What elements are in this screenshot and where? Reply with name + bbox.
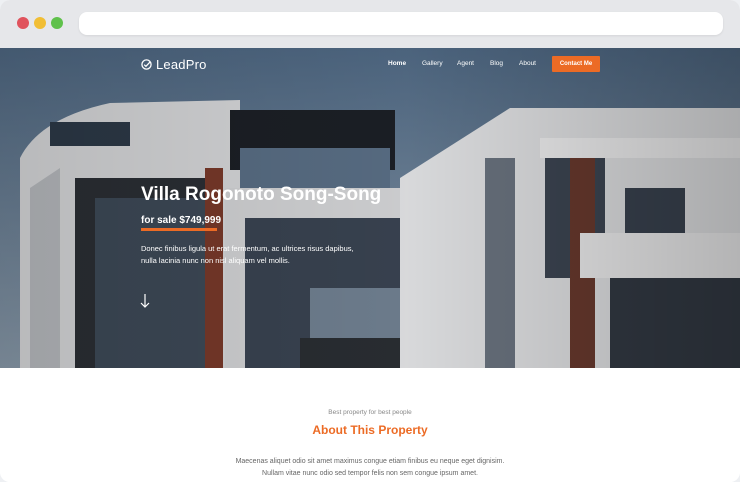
check-circle-icon	[141, 59, 152, 70]
hero-description: Donec finibus ligula ut erat fermentum, …	[141, 243, 381, 267]
about-text-line: Nullam vitae nunc odio sed tempor felis …	[262, 470, 478, 477]
hero-title: Villa Rogonoto Song-Song	[141, 184, 382, 205]
maximize-window-dot[interactable]	[51, 17, 63, 29]
about-text: Maecenas aliquet odio sit amet maximus c…	[0, 456, 740, 480]
browser-window: LeadPro Home Gallery Agent Blog About Co…	[0, 0, 740, 482]
logo-text: LeadPro	[156, 57, 207, 72]
nav-gallery-link[interactable]: Gallery	[422, 60, 443, 67]
address-bar[interactable]	[79, 12, 723, 35]
nav-agent-link[interactable]: Agent	[457, 60, 474, 67]
hero-description-line: Donec finibus ligula ut erat fermentum, …	[141, 244, 354, 253]
hero-section: LeadPro Home Gallery Agent Blog About Co…	[0, 48, 740, 368]
nav-about-link[interactable]: About	[519, 60, 536, 67]
price-label: for sale $749,999	[141, 215, 222, 226]
nav-blog-link[interactable]: Blog	[490, 60, 503, 67]
price-underline	[141, 228, 217, 231]
hero-building-image	[0, 48, 740, 368]
arrow-down-icon[interactable]	[139, 293, 151, 309]
nav-home-link[interactable]: Home	[388, 60, 406, 67]
contact-me-button[interactable]: Contact Me	[552, 56, 600, 72]
close-window-dot[interactable]	[17, 17, 29, 29]
hero-description-line: nulla lacinia nunc non nisl aliquam vel …	[141, 256, 290, 265]
about-subtitle: Best property for best people	[328, 409, 412, 416]
minimize-window-dot[interactable]	[34, 17, 46, 29]
about-section: Best property for best people About This…	[0, 368, 740, 482]
site-logo[interactable]: LeadPro	[141, 57, 207, 72]
about-text-line: Maecenas aliquet odio sit amet maximus c…	[235, 458, 505, 465]
about-title: About This Property	[312, 423, 428, 437]
browser-chrome	[0, 0, 740, 48]
